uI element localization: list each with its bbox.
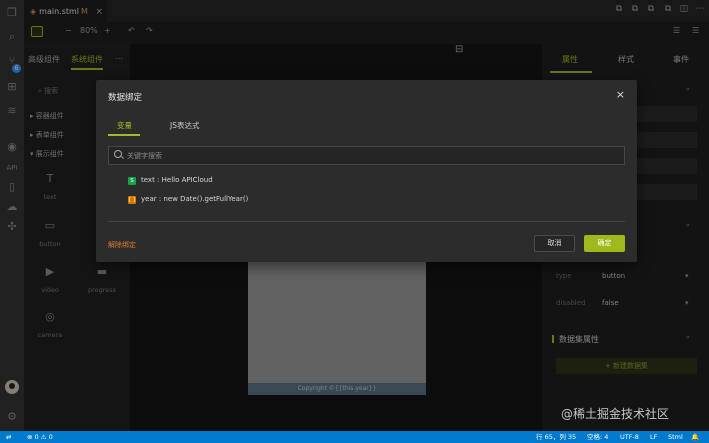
problems-indicator[interactable]: ⊗ 0 ⚠ 0	[27, 431, 53, 443]
active-tab-indicator	[108, 134, 140, 136]
variable-item[interactable]: Stext : Hello APICloud	[128, 176, 213, 185]
notifications-icon[interactable]: 🔔	[691, 431, 699, 443]
remote-icon[interactable]: ⇄	[6, 431, 11, 443]
tab-js-expression[interactable]: JS表达式	[170, 120, 199, 131]
unbind-link[interactable]: 解除绑定	[108, 240, 136, 250]
close-icon[interactable]: ×	[616, 88, 625, 101]
tab-variables[interactable]: 变量	[117, 120, 132, 131]
expression-type-icon: [ ]	[128, 196, 136, 204]
search-input[interactable]	[127, 150, 607, 162]
dialog-title: 数据绑定	[108, 93, 143, 103]
status-bar: ⇄ ⊗ 0 ⚠ 0 行 65，列 35 空格: 4 UTF-8 LF Stml …	[0, 431, 709, 443]
line-ending[interactable]: LF	[650, 431, 657, 443]
cursor-position[interactable]: 行 65，列 35	[536, 431, 576, 443]
data-binding-dialog: 数据绑定 × 变量 JS表达式 Stext : Hello APICloud […	[96, 80, 637, 262]
cancel-button[interactable]: 取消	[534, 235, 575, 252]
confirm-button[interactable]: 确定	[584, 235, 625, 252]
language-mode[interactable]: Stml	[668, 431, 683, 443]
encoding[interactable]: UTF-8	[620, 431, 639, 443]
divider	[108, 221, 625, 222]
variable-item[interactable]: [ ] year : new Date().getFullYear()	[128, 195, 248, 204]
search-icon	[114, 150, 122, 158]
watermark: @稀土掘金技术社区	[561, 407, 670, 421]
string-type-icon: S	[128, 177, 136, 185]
variable-search[interactable]	[108, 146, 625, 165]
indentation[interactable]: 空格: 4	[587, 431, 608, 443]
